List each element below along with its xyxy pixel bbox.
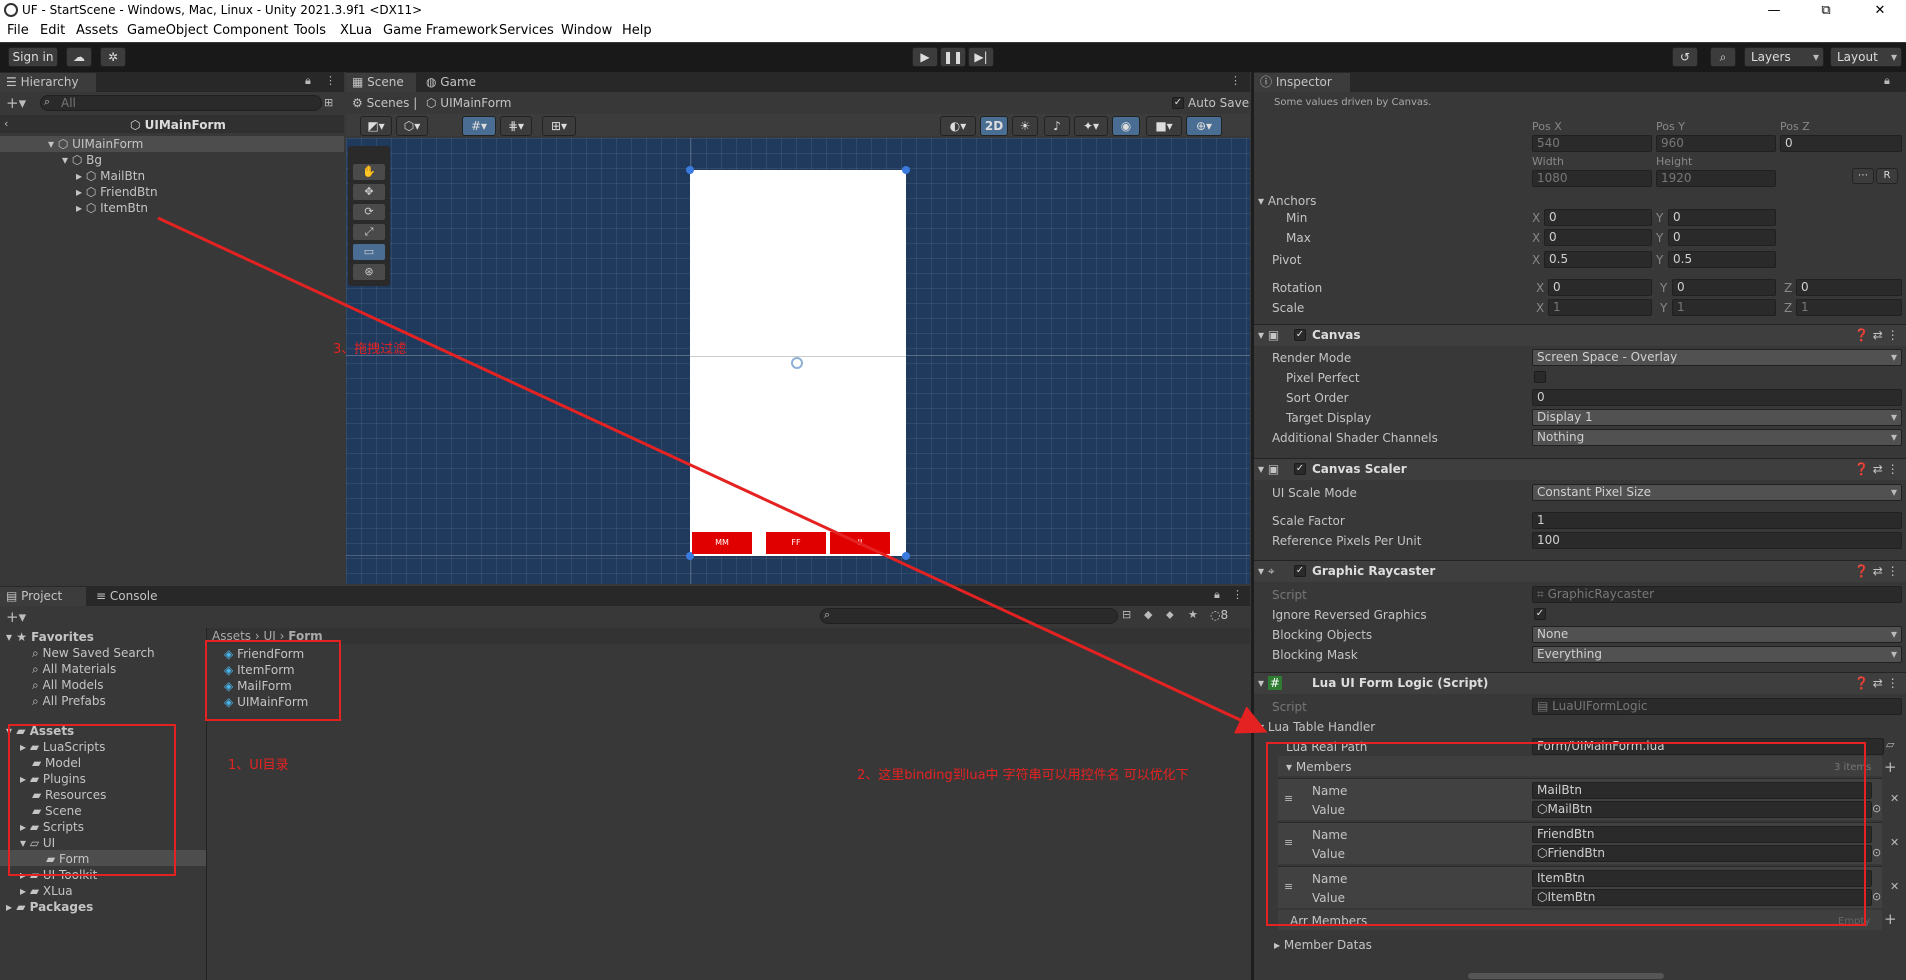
drag-arrow [157,216,1268,734]
